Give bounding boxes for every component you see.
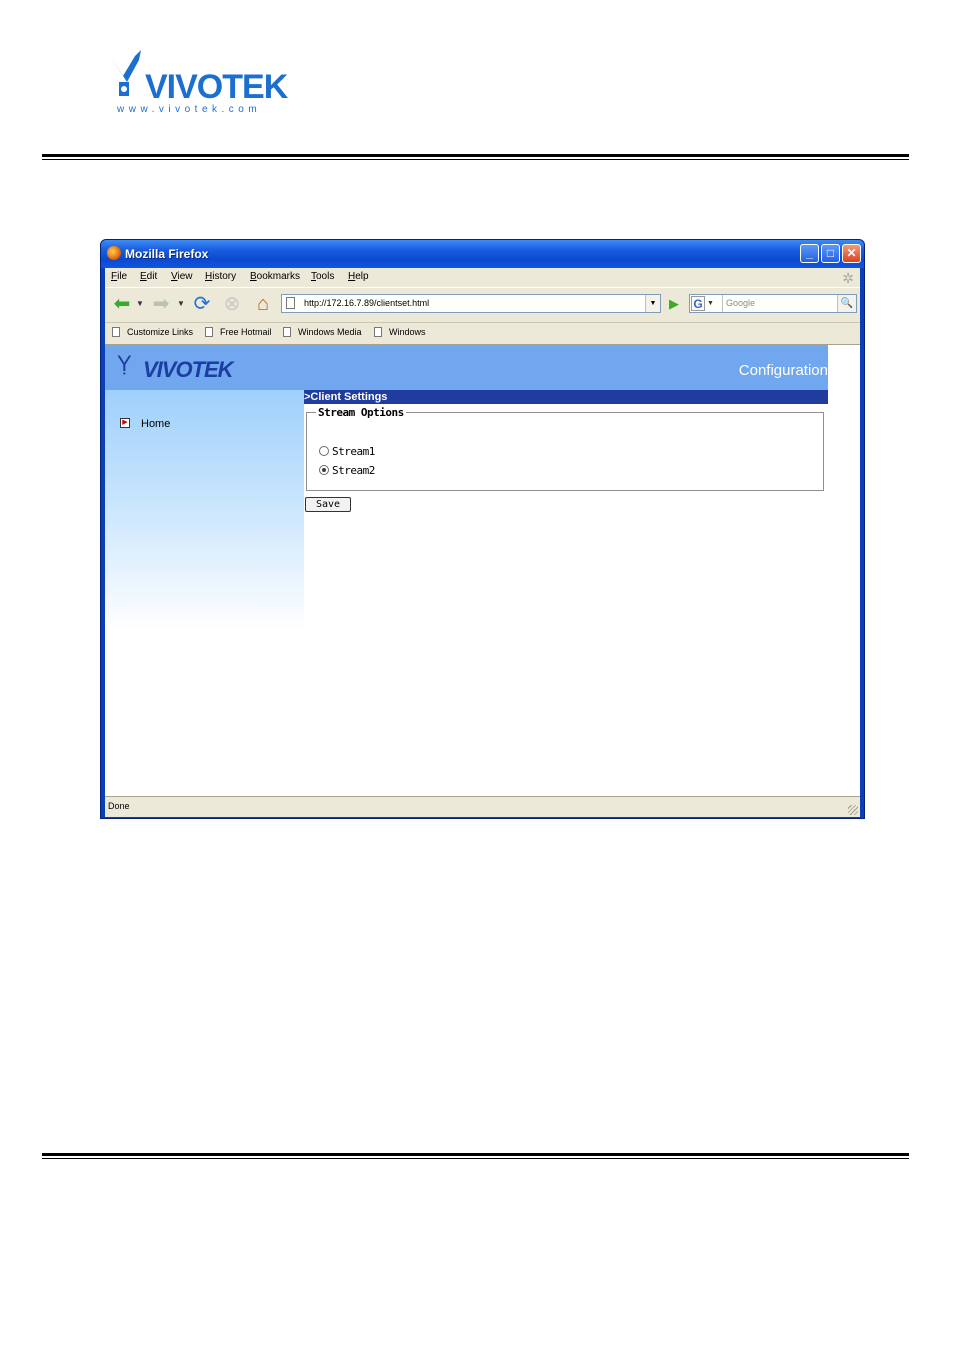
- sidebar-item-home[interactable]: Home: [141, 418, 170, 430]
- bookmark-label: Customize Links: [127, 327, 194, 337]
- svg-text:www.vivotek.com: www.vivotek.com: [116, 104, 261, 115]
- vivotek-bird-icon: Ỵ: [117, 351, 132, 376]
- reload-icon[interactable]: ⟳: [190, 293, 214, 315]
- forward-dropdown-icon[interactable]: ▼: [176, 293, 186, 315]
- close-button[interactable]: ✕: [842, 244, 861, 263]
- page-icon: [286, 297, 295, 309]
- address-dropdown-icon[interactable]: ▼: [645, 295, 660, 312]
- page-viewport: Ỵ VIVOTEK Configuration ▶ Home >Client S…: [105, 345, 860, 796]
- bookmark-label: Windows Media: [298, 327, 362, 337]
- bookmarks-toolbar: Customize Links Free Hotmail Windows Med…: [105, 321, 860, 345]
- svg-text:VIVOTEK: VIVOTEK: [145, 68, 289, 106]
- stream-options-group: [306, 412, 824, 491]
- section-header: >Client Settings: [304, 390, 828, 404]
- menu-edit[interactable]: Edit: [140, 271, 157, 282]
- status-bar: Done: [105, 796, 860, 817]
- radio-label-stream1: Stream1: [332, 445, 375, 458]
- bookmark-page-icon: [283, 327, 291, 337]
- page-title: Configuration: [738, 362, 828, 379]
- bookmark-free-hotmail[interactable]: Free Hotmail: [205, 327, 272, 337]
- status-text: Done: [108, 801, 130, 811]
- forward-arrow-icon[interactable]: ➡: [149, 293, 173, 315]
- menu-bar: File Edit View History Bookmarks Tools H…: [105, 268, 860, 287]
- bookmark-page-icon: [112, 327, 120, 337]
- browser-client-area: File Edit View History Bookmarks Tools H…: [105, 268, 860, 817]
- firefox-icon: [107, 246, 121, 260]
- menu-tools[interactable]: Tools: [311, 271, 334, 282]
- radio-button-stream2[interactable]: [319, 465, 329, 475]
- radio-stream2[interactable]: Stream2: [319, 464, 375, 477]
- bookmark-windows[interactable]: Windows: [374, 327, 426, 337]
- document-top-rule: [42, 154, 909, 160]
- arrow-right-icon: ▶: [120, 418, 130, 428]
- firefox-window: Mozilla Firefox _ □ ✕ File Edit View His…: [100, 239, 865, 819]
- bookmark-label: Windows: [389, 327, 426, 337]
- go-arrow-icon[interactable]: ▶: [665, 294, 683, 313]
- vivotek-document-logo: VIVOTEK www.vivotek.com: [109, 50, 290, 115]
- magnifier-icon[interactable]: 🔍: [837, 295, 856, 312]
- menu-file[interactable]: File: [111, 271, 127, 282]
- viewport-margin: [828, 345, 860, 796]
- home-icon[interactable]: ⌂: [251, 293, 275, 315]
- maximize-button[interactable]: □: [821, 244, 840, 263]
- resize-grip-icon[interactable]: [848, 805, 858, 815]
- fieldset-legend: Stream Options: [316, 406, 406, 419]
- document-bottom-rule: [42, 1153, 909, 1159]
- window-title: Mozilla Firefox: [125, 247, 209, 261]
- search-engine-dropdown-icon[interactable]: ▼: [707, 295, 714, 312]
- menu-history[interactable]: History: [205, 271, 236, 282]
- back-dropdown-icon[interactable]: ▼: [135, 293, 145, 315]
- radio-label-stream2: Stream2: [332, 464, 375, 477]
- bookmark-customize-links[interactable]: Customize Links: [112, 327, 193, 337]
- menu-help[interactable]: Help: [348, 271, 369, 282]
- back-arrow-icon[interactable]: ⬅: [110, 293, 134, 315]
- save-button[interactable]: Save: [305, 497, 351, 512]
- throbber-icon: ✲: [842, 270, 854, 286]
- address-text[interactable]: http://172.16.7.89/clientset.html: [304, 295, 429, 312]
- radio-stream1[interactable]: Stream1: [319, 445, 375, 458]
- brand-logo: VIVOTEK: [143, 357, 234, 382]
- bookmark-page-icon: [374, 327, 382, 337]
- bookmark-label: Free Hotmail: [220, 327, 272, 337]
- search-engine-icon[interactable]: G: [691, 296, 705, 311]
- stop-icon[interactable]: ⊗: [220, 293, 244, 315]
- bookmark-page-icon: [205, 327, 213, 337]
- minimize-button[interactable]: _: [800, 244, 819, 263]
- navigation-toolbar: ⬅ ▼ ➡ ▼ ⟳ ⊗ ⌂ http://172.16.7.89/clients…: [105, 287, 860, 323]
- search-input[interactable]: Google: [722, 295, 755, 312]
- sidebar: ▶ Home: [105, 390, 304, 630]
- address-bar[interactable]: http://172.16.7.89/clientset.html ▼: [281, 294, 661, 313]
- bookmark-windows-media[interactable]: Windows Media: [283, 327, 362, 337]
- menu-bookmarks[interactable]: Bookmarks: [250, 271, 300, 282]
- menu-view[interactable]: View: [171, 271, 193, 282]
- search-bar[interactable]: G ▼ Google 🔍: [689, 294, 857, 313]
- page-banner: Ỵ VIVOTEK Configuration: [105, 345, 828, 390]
- title-bar[interactable]: Mozilla Firefox _ □ ✕: [101, 240, 864, 268]
- radio-button-stream1[interactable]: [319, 446, 329, 456]
